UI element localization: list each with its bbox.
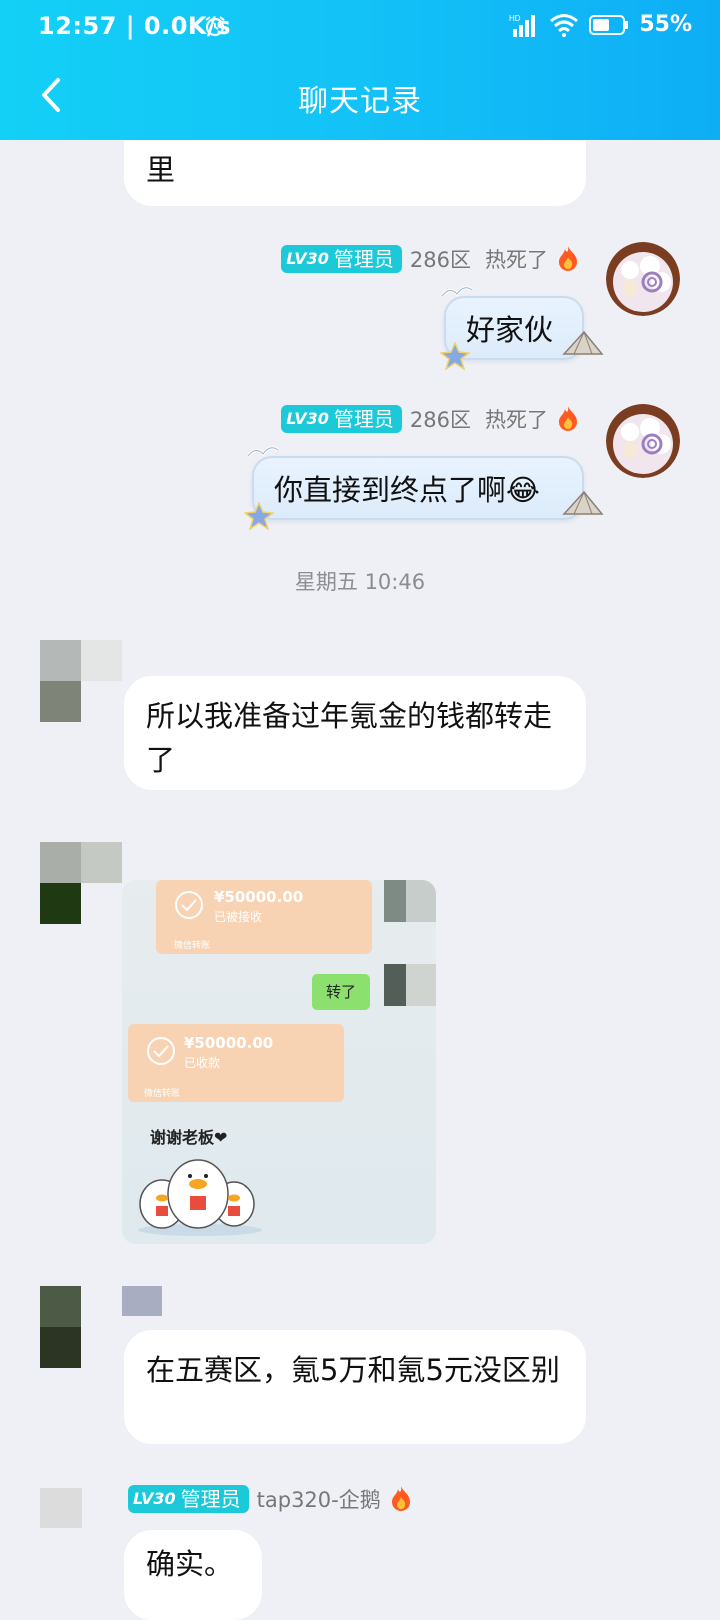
alarm-icon xyxy=(205,16,225,37)
transfer-footer: 微信转账 xyxy=(144,1089,181,1099)
transfer-card: ¥50000.00 已被接收 微信转账 xyxy=(156,880,372,954)
app-header: 12:57 | 0.0K/s HD 55% 聊天记录 xyxy=(0,0,720,140)
transfer-amount: ¥50000.00 xyxy=(184,1034,274,1052)
transfer-card: ¥50000.00 已收款 微信转账 xyxy=(128,1024,344,1102)
fire-icon xyxy=(559,406,577,431)
message-text: 里 xyxy=(146,153,176,187)
fire-icon xyxy=(391,1486,410,1511)
transfer-footer: 微信转账 xyxy=(174,941,211,951)
level-badge: LV30 管理员 xyxy=(281,245,402,273)
status-time: 12:57 | 0.0K/s xyxy=(38,12,232,40)
message-timestamp: 星期五 10:46 xyxy=(294,570,426,594)
battery-icon xyxy=(589,14,629,35)
message-bubble[interactable]: 在五赛区，氪5万和氪5元没区别 xyxy=(124,1330,586,1444)
server-label: 286区 xyxy=(409,408,471,432)
shell-decoration-icon xyxy=(562,330,604,355)
avatar[interactable] xyxy=(606,404,680,478)
check-icon xyxy=(175,891,203,919)
message-text: 在五赛区，氪5万和氪5元没区别 xyxy=(146,1353,560,1387)
message-text: 好家伙 xyxy=(466,313,554,347)
nickname-mosaic xyxy=(122,1286,162,1316)
message-bubble[interactable]: 确实。 xyxy=(124,1530,262,1620)
nickname: 热死了 xyxy=(485,408,548,432)
check-icon xyxy=(147,1037,175,1065)
message-text: 确实。 xyxy=(146,1547,234,1581)
avatar[interactable] xyxy=(40,640,122,722)
message-bubble[interactable]: 你直接到终点了啊😂 xyxy=(252,456,584,520)
message-text: 所以我准备过年氪金的钱都转走了 xyxy=(146,699,553,777)
nav-bar: 聊天记录 xyxy=(0,60,720,136)
seagull-decoration-icon xyxy=(246,446,279,457)
seagull-decoration-icon xyxy=(440,286,473,297)
status-icons: HD 55% xyxy=(509,12,692,37)
star-decoration-icon xyxy=(440,342,470,370)
wifi-icon xyxy=(550,13,579,37)
message-bubble[interactable]: 所以我准备过年氪金的钱都转走了 xyxy=(124,676,586,790)
image-message[interactable]: ¥50000.00 已被接收 微信转账 转了 ¥50000.00 已收款 微信转… xyxy=(122,880,436,1244)
server-label: tap320-企鹅 xyxy=(256,1488,381,1512)
level-badge: LV30 管理员 xyxy=(128,1485,249,1513)
avatar[interactable] xyxy=(606,242,680,316)
transfer-status: 已被接收 xyxy=(214,910,263,924)
avatar[interactable] xyxy=(40,1286,122,1368)
shell-decoration-icon xyxy=(562,490,604,515)
chat-list[interactable]: 里 LV30 管理员 286区 热死了 好家伙 LV30 管理员 286区 热死… xyxy=(0,0,720,1620)
sheep-avatar-icon xyxy=(606,242,680,316)
level-badge: LV30 管理员 xyxy=(281,405,402,433)
sender-meta: LV30 管理员 286区 热死了 xyxy=(281,404,580,434)
sender-meta: LV30 管理员 tap320-企鹅 xyxy=(128,1484,413,1514)
transfer-amount: ¥50000.00 xyxy=(214,888,304,906)
duck-sticker-icon xyxy=(138,1159,262,1236)
sender-meta: LV30 管理员 286区 热死了 xyxy=(281,244,580,274)
server-label: 286区 xyxy=(409,248,471,272)
message-text: 你直接到终点了啊😂 xyxy=(274,473,540,507)
status-bar: 12:57 | 0.0K/s HD 55% xyxy=(0,0,720,52)
nickname: 热死了 xyxy=(485,248,548,272)
battery-percent: 55% xyxy=(639,12,692,37)
avatar[interactable] xyxy=(40,842,122,924)
svg-text:HD: HD xyxy=(509,14,521,23)
chat-reply-bubble: 转了 xyxy=(312,974,370,1010)
signal-icon: HD xyxy=(509,14,536,37)
star-decoration-icon xyxy=(244,502,274,530)
fire-icon xyxy=(559,246,577,271)
sheep-avatar-icon xyxy=(606,404,680,478)
avatar[interactable] xyxy=(40,1488,82,1528)
transfer-status: 已收款 xyxy=(184,1056,221,1070)
page-title: 聊天记录 xyxy=(298,84,422,119)
